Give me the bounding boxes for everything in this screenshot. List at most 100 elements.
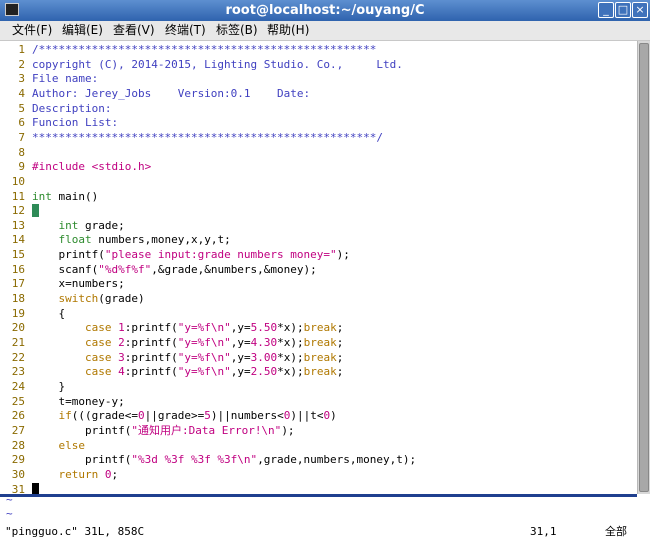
menu-terminal[interactable]: 终端(T) (165, 23, 206, 38)
line-number: 19 (11, 306, 25, 320)
line-code: case 3:printf("y=%f\n",y=3.00*x);break; (32, 351, 343, 366)
line-code: Author: Jerey_Jobs Version:0.1 Date: (32, 87, 310, 102)
code-line[interactable]: 13 int grade; (0, 219, 637, 234)
line-code: File name: (32, 72, 98, 87)
status-scroll-percent: 全部 (605, 525, 627, 538)
line-code: copyright (C), 2014-2015, Lighting Studi… (32, 58, 403, 73)
line-code: printf("通知用户:Data Error!\n"); (32, 424, 295, 439)
menu-tabs[interactable]: 标签(B) (216, 23, 258, 38)
code-token: #include <stdio.h> (32, 160, 152, 174)
line-code: ****************************************… (32, 131, 383, 146)
code-line[interactable]: 12 { (0, 204, 637, 219)
code-token: printf( (32, 423, 132, 437)
code-token: numbers,money,x,y,t; (91, 233, 231, 247)
code-line[interactable]: 16 scanf("%d%f%f",&grade,&numbers,&money… (0, 263, 637, 278)
code-token: :printf( (124, 365, 178, 379)
scrollbar-thumb[interactable] (639, 43, 649, 492)
code-line[interactable]: 8 (0, 146, 637, 161)
code-line[interactable]: 26 if(((grade<=0||grade>=5)||numbers<0)|… (0, 409, 637, 424)
code-token: ; (336, 336, 344, 349)
editor-bottom-border (0, 494, 637, 497)
code-token: ||grade>= (144, 409, 205, 423)
line-number: 18 (11, 292, 25, 306)
line-number: 30 (11, 467, 25, 481)
code-token: "y=%f\n" (177, 321, 231, 335)
code-line[interactable]: 23 case 4:printf("y=%f\n",y=2.50*x);brea… (0, 365, 637, 380)
code-line[interactable]: 24 } (0, 380, 637, 395)
line-number: 1 (18, 43, 25, 56)
code-line[interactable]: 29 printf("%3d %3f %3f %3f\n",grade,numb… (0, 453, 637, 468)
code-token: int (58, 218, 79, 232)
code-line[interactable]: 6 Funcion List: (0, 116, 637, 131)
minimize-button[interactable]: _ (598, 2, 614, 18)
line-number: 7 (18, 130, 25, 144)
code-token: ; (336, 321, 344, 335)
line-code: else (32, 438, 86, 454)
scrollbar[interactable] (637, 41, 650, 494)
line-number: 28 (11, 438, 25, 452)
menu-file[interactable]: 文件(F) (12, 23, 52, 38)
line-number: 12 (11, 204, 25, 218)
code-line[interactable]: 10 (0, 175, 637, 190)
code-token: ; (336, 350, 344, 364)
code-token: (grade) (98, 292, 145, 306)
line-number: 20 (11, 321, 25, 335)
code-line[interactable]: 7 ***************************************… (0, 131, 637, 146)
code-line[interactable]: 1 /**************************************… (0, 43, 637, 58)
code-token: 5.50 (250, 321, 278, 335)
code-token: ; (336, 365, 344, 379)
code-line[interactable]: 18 switch(grade) (0, 292, 637, 307)
code-line[interactable]: 19 { (0, 307, 637, 322)
editor-area[interactable]: 1 /**************************************… (0, 41, 637, 496)
code-line[interactable]: 11 int main() (0, 190, 637, 205)
code-token: *x); (277, 321, 304, 335)
code-line[interactable]: 25 t=money-y; (0, 395, 637, 410)
line-number: 22 (11, 350, 25, 364)
line-number: 24 (11, 379, 25, 393)
maximize-button[interactable]: □ (615, 2, 631, 18)
code-line[interactable]: 15 printf("please input:grade numbers mo… (0, 248, 637, 263)
code-line[interactable]: 5 Description: (0, 102, 637, 117)
line-number: 29 (11, 453, 25, 467)
code-line[interactable]: 27 printf("通知用户:Data Error!\n"); (0, 424, 637, 439)
line-number: 14 (11, 233, 25, 247)
menu-help[interactable]: 帮助(H) (267, 23, 309, 38)
code-line[interactable]: 28 else (0, 439, 637, 454)
code-line[interactable]: 22 case 3:printf("y=%f\n",y=3.00*x);brea… (0, 351, 637, 366)
code-line[interactable]: 2 copyright (C), 2014-2015, Lighting Stud… (0, 58, 637, 73)
line-code: Description: (32, 102, 111, 117)
line-code: } (32, 380, 65, 395)
code-line[interactable]: 20 case 1:printf("y=%f\n",y=5.50*x);brea… (0, 321, 637, 336)
code-token: switch (58, 292, 99, 306)
menu-edit[interactable]: 编辑(E) (62, 23, 103, 38)
line-number: 2 (18, 57, 25, 71)
code-token: )||t< (290, 409, 324, 423)
code-token: 0 (137, 409, 145, 423)
line-number: 23 (11, 365, 25, 379)
code-token: "y=%f\n" (177, 365, 231, 379)
menu-view[interactable]: 查看(V) (113, 23, 155, 38)
code-line[interactable]: 9 #include <stdio.h> (0, 160, 637, 175)
code-token: File name: (32, 72, 99, 86)
code-token: 3 (118, 350, 125, 364)
code-token: break (303, 365, 337, 379)
code-token: else (58, 438, 86, 452)
line-number: 5 (18, 101, 25, 115)
menu-bar: 文件(F) 编辑(E) 查看(V) 终端(T) 标签(B) 帮助(H) (0, 21, 650, 41)
code-line[interactable]: 30 return 0; (0, 468, 637, 483)
close-button[interactable]: × (632, 2, 648, 18)
code-line[interactable]: 21 case 2:printf("y=%f\n",y=4.30*x);brea… (0, 336, 637, 351)
code-line[interactable]: 17 x=numbers; (0, 277, 637, 292)
code-token: break (303, 350, 337, 364)
code-line[interactable]: 3 File name: (0, 72, 637, 87)
line-code: printf("please input:grade numbers money… (32, 248, 349, 263)
code-token: Description: (32, 101, 112, 115)
status-cursor-position: 31,1 (530, 525, 557, 538)
code-token: printf( (32, 453, 132, 467)
code-line[interactable]: 14 float numbers,money,x,y,t; (0, 233, 637, 248)
code-token: Author: Jerey_Jobs Version:0.1 Date: (32, 86, 311, 100)
code-line[interactable]: 4 Author: Jerey_Jobs Version:0.1 Date: (0, 87, 637, 102)
